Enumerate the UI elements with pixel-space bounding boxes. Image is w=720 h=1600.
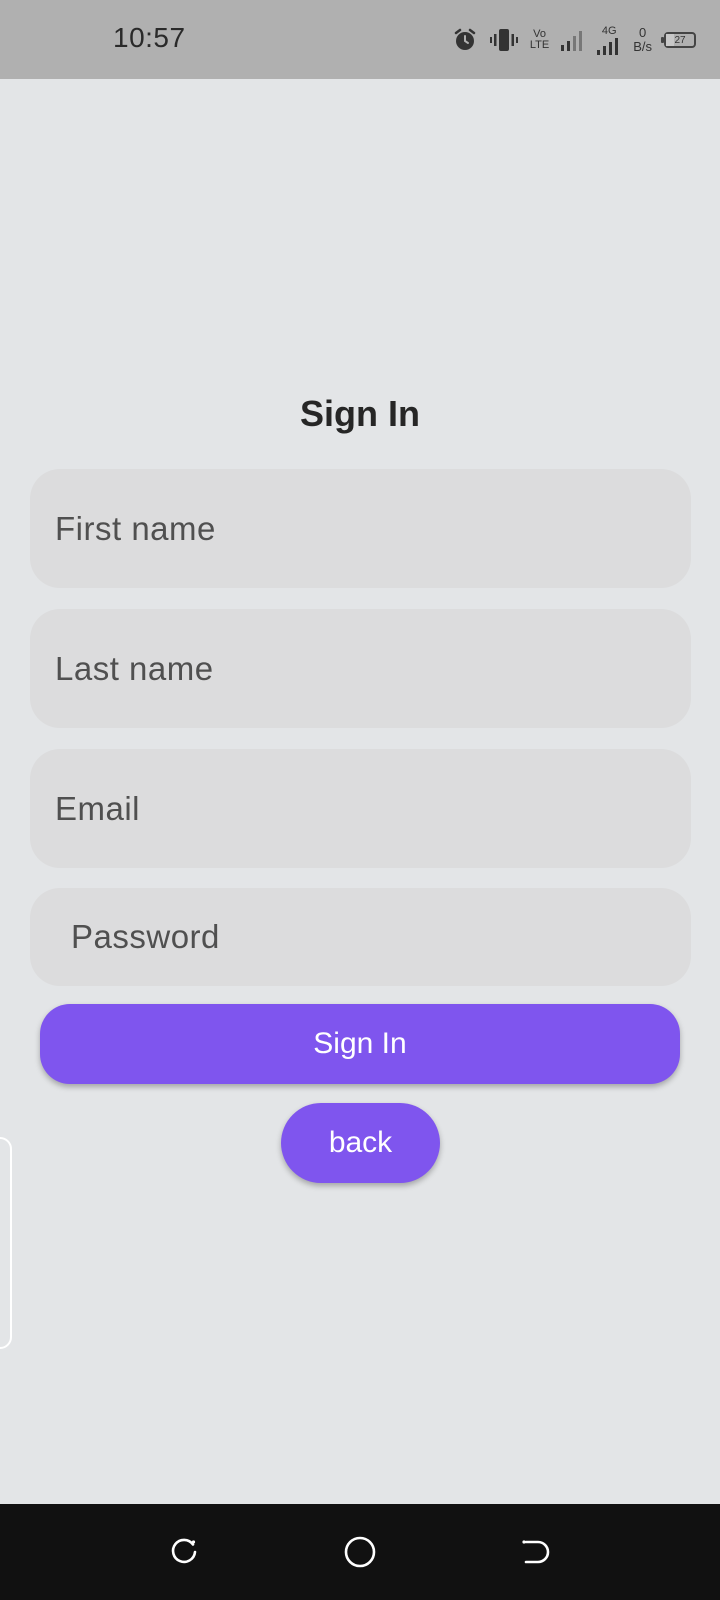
alarm-icon	[452, 27, 478, 53]
network-gen-label: 4G	[601, 24, 617, 37]
battery-level	[666, 34, 674, 46]
first-name-field[interactable]: First name	[30, 469, 691, 588]
status-bar: 10:57 Vo LTE 4G 0 B/s 27	[0, 0, 720, 79]
volte-icon: Vo LTE	[530, 29, 549, 51]
back-button-label: back	[328, 1126, 393, 1159]
sign-in-button-label: Sign In	[313, 1027, 407, 1060]
edge-panel-handle[interactable]	[0, 1137, 12, 1349]
network-speed: 0 B/s	[633, 26, 652, 54]
status-time: 10:57	[113, 22, 186, 53]
sign-in-button[interactable]: Sign In	[40, 1004, 680, 1084]
last-name-placeholder: Last name	[55, 649, 214, 687]
battery-text: 27	[674, 34, 686, 46]
last-name-field[interactable]: Last name	[30, 609, 691, 728]
password-field[interactable]: Password	[30, 888, 691, 986]
email-field[interactable]: Email	[30, 749, 691, 868]
back-icon[interactable]	[516, 1532, 556, 1572]
speed-value: 0	[638, 25, 647, 40]
page-title: Sign In	[300, 393, 420, 434]
home-icon[interactable]	[340, 1532, 380, 1572]
signal-icon	[561, 29, 585, 51]
volte-bottom-label: LTE	[529, 39, 550, 51]
password-placeholder: Password	[71, 918, 220, 955]
first-name-placeholder: First name	[55, 509, 216, 547]
status-icons: Vo LTE 4G 0 B/s 27	[452, 22, 696, 58]
email-placeholder: Email	[55, 789, 141, 827]
speed-unit: B/s	[633, 39, 652, 54]
signal-4g-icon: 4G	[597, 24, 621, 55]
recent-apps-icon[interactable]	[164, 1532, 204, 1572]
vibrate-icon	[489, 27, 518, 53]
back-button[interactable]: back	[281, 1103, 440, 1183]
battery-icon: 27	[661, 32, 696, 48]
navigation-bar	[0, 1504, 720, 1600]
